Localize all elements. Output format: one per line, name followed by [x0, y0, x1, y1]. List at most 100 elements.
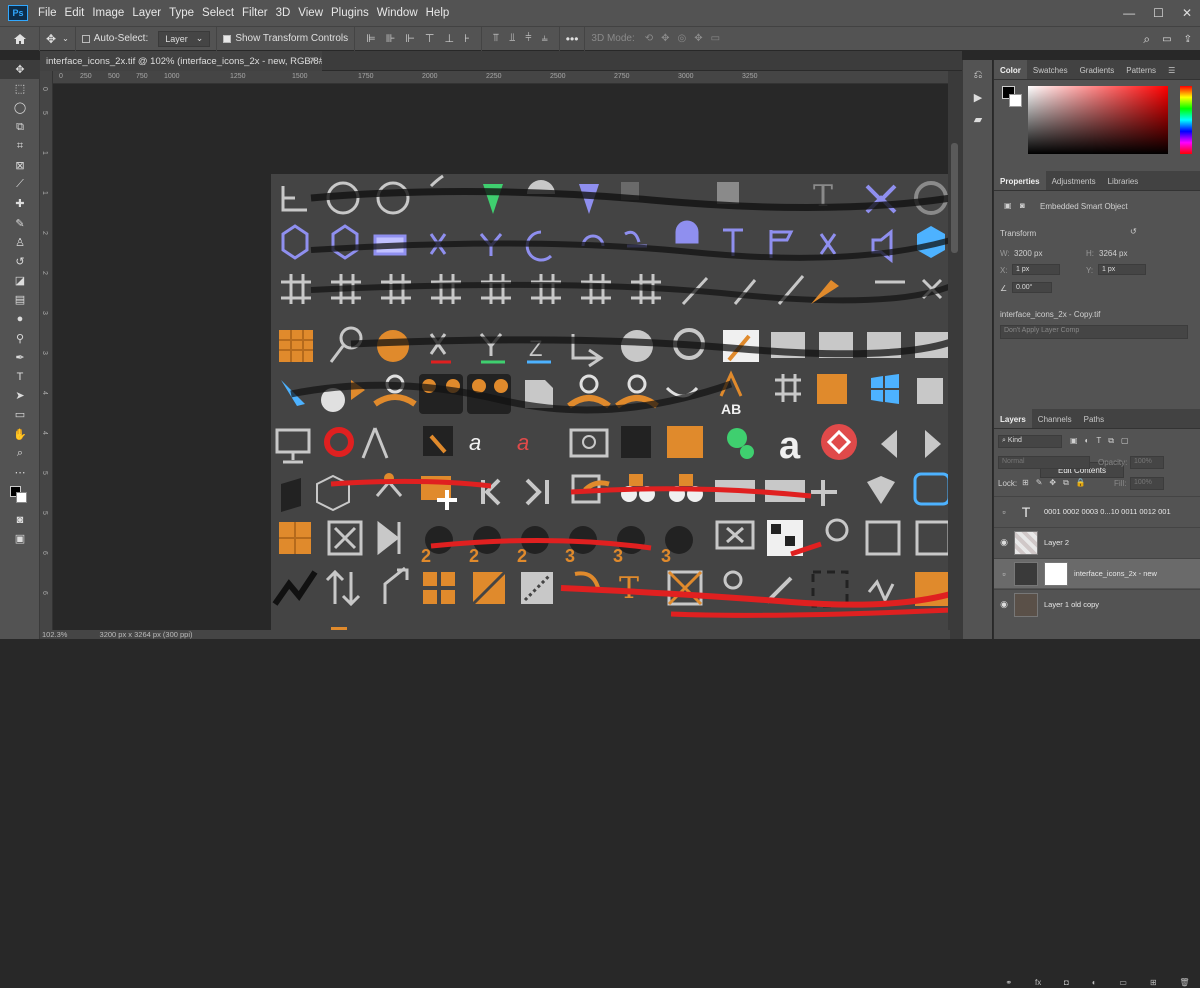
tab-paths[interactable]: Paths [1078, 409, 1110, 428]
distribute-bottom-icon[interactable]: ⫩ [525, 32, 531, 45]
opacity-field[interactable]: 100% [1130, 456, 1164, 469]
tab-gradients[interactable]: Gradients [1074, 60, 1121, 79]
panel-menu-icon[interactable]: ☰ [1162, 60, 1181, 79]
link-layers-icon[interactable]: ⚭ [1005, 978, 1012, 988]
layer-row[interactable]: ◉ Layer 1 old copy [994, 589, 1200, 619]
color-swatch-pair[interactable] [1002, 86, 1022, 108]
menu-file[interactable]: File [34, 7, 61, 19]
menu-window[interactable]: Window [373, 7, 422, 19]
menu-filter[interactable]: Filter [238, 7, 272, 19]
layer-filter-icons[interactable]: ▣◐T⧉▢ [1070, 436, 1136, 446]
x-position-field[interactable]: 1 px [1012, 264, 1060, 275]
color-field[interactable] [1028, 86, 1168, 154]
distribute-top-icon[interactable]: ⫪ [493, 32, 499, 45]
layer-row[interactable]: ◉ Layer 2 [994, 527, 1200, 557]
pen-tool[interactable]: ✒ [0, 348, 40, 367]
menu-3d[interactable]: 3D [272, 7, 295, 19]
color-swatches[interactable] [0, 482, 40, 510]
layer-comp-dropdown[interactable]: Don't Apply Layer Comp [1000, 325, 1188, 339]
tab-channels[interactable]: Channels [1032, 409, 1078, 428]
eye-icon[interactable]: ◉ [994, 599, 1014, 610]
stamp-tool[interactable]: ♙ [0, 233, 40, 252]
new-layer-icon[interactable]: ⊞ [1150, 978, 1157, 988]
height-value[interactable]: 3264 px [1099, 249, 1127, 258]
width-value[interactable]: 3200 px [1014, 249, 1042, 258]
adjustment-icon[interactable]: ◐ [1092, 978, 1097, 988]
reset-transform-icon[interactable]: ↺ [1130, 227, 1137, 236]
path-select-tool[interactable]: ➤ [0, 386, 40, 405]
menu-view[interactable]: View [294, 7, 327, 19]
gradient-tool[interactable]: ▤ [0, 290, 40, 309]
maximize-button[interactable]: ☐ [1153, 6, 1164, 20]
tab-adjustments[interactable]: Adjustments [1046, 171, 1102, 190]
document-canvas[interactable]: T Z AB a a a 2 2 2 3 3 3 T [271, 174, 948, 639]
layer-row[interactable]: ▫ T 0001 0002 0003 0...10 0011 0012 001 [994, 496, 1200, 526]
move-tool-icon[interactable]: ✥ [46, 32, 56, 46]
align-bottom-icon[interactable]: ⊦ [464, 32, 470, 45]
align-center-icon[interactable]: ⊪ [386, 32, 396, 45]
background-swatch[interactable] [1009, 94, 1022, 107]
visibility-toggle[interactable]: ▫ [994, 507, 1014, 517]
tab-properties[interactable]: Properties [994, 171, 1046, 190]
layer-row-selected[interactable]: ▫ interface_icons_2x - new [994, 558, 1200, 588]
eraser-tool[interactable]: ◪ [0, 271, 40, 290]
align-left-icon[interactable]: ⊫ [366, 32, 376, 45]
canvas-area[interactable]: T Z AB a a a 2 2 2 3 3 3 T [53, 84, 948, 639]
history-icon[interactable]: ⎌ [963, 64, 993, 86]
distribute-left-icon[interactable]: ⫨ [542, 32, 548, 45]
eye-icon[interactable]: ◉ [994, 537, 1014, 548]
comments-icon[interactable]: ▰ [963, 108, 993, 130]
crop-tool[interactable]: ⌗ [0, 137, 40, 156]
hue-slider[interactable] [1180, 86, 1192, 154]
share-icon[interactable]: ⇪ [1184, 34, 1192, 45]
lasso-tool[interactable]: ◯ [0, 98, 40, 117]
hand-tool[interactable]: ✋ [0, 425, 40, 444]
object-select-tool[interactable]: ⧉ [0, 118, 40, 137]
brush-tool[interactable]: ✎ [0, 214, 40, 233]
scrollbar-thumb[interactable] [951, 143, 958, 253]
menu-type[interactable]: Type [165, 7, 198, 19]
fx-icon[interactable]: fx [1035, 978, 1041, 988]
menu-image[interactable]: Image [88, 7, 128, 19]
align-middle-icon[interactable]: ⊥ [445, 32, 455, 45]
menu-help[interactable]: Help [422, 7, 454, 19]
healing-tool[interactable]: ✚ [0, 194, 40, 213]
group-icon[interactable]: ▭ [1119, 978, 1127, 988]
show-transform-checkbox[interactable] [223, 34, 232, 43]
align-top-icon[interactable]: ⊤ [425, 32, 435, 45]
quick-mask-icon[interactable]: ◙ [0, 510, 40, 529]
blur-tool[interactable]: ● [0, 309, 40, 328]
zoom-tool[interactable]: ⌕ [0, 444, 40, 463]
distribute-middle-icon[interactable]: ⫫ [509, 32, 515, 45]
lock-icons[interactable]: ⊞✎✥⧉🔒 [1022, 478, 1093, 488]
actions-icon[interactable]: ▶ [963, 86, 993, 108]
screen-mode-icon[interactable]: ▣ [0, 529, 40, 548]
minimize-button[interactable]: — [1123, 6, 1135, 20]
workspace-icon[interactable]: ▭ [1162, 34, 1171, 45]
dodge-tool[interactable]: ⚲ [0, 329, 40, 348]
type-tool[interactable]: T [0, 367, 40, 386]
menu-edit[interactable]: Edit [61, 7, 89, 19]
document-tab[interactable]: interface_icons_2x.tif @ 102% (interface… [40, 51, 322, 71]
align-right-icon[interactable]: ⊩ [405, 32, 415, 45]
tab-swatches[interactable]: Swatches [1027, 60, 1074, 79]
auto-select-checkbox[interactable] [81, 34, 90, 43]
menu-layer[interactable]: Layer [128, 7, 165, 19]
eyedropper-tool[interactable]: ⟋ [0, 175, 40, 194]
rectangle-tool[interactable]: ▭ [0, 405, 40, 424]
move-tool[interactable]: ✥ [0, 60, 40, 80]
frame-tool[interactable]: ⊠ [0, 156, 40, 175]
visibility-toggle[interactable]: ▫ [994, 569, 1014, 579]
blend-mode-dropdown[interactable]: Normal [998, 456, 1090, 469]
trash-icon[interactable]: 🗑 [1179, 978, 1189, 988]
fill-field[interactable]: 100% [1130, 477, 1164, 490]
angle-field[interactable]: 0.00° [1012, 282, 1052, 293]
background-color[interactable] [16, 492, 27, 504]
more-options-button[interactable]: ••• [566, 32, 579, 46]
more-tools[interactable]: ⋯ [0, 463, 40, 482]
search-icon[interactable]: ⌕ [1143, 32, 1150, 47]
layer-filter-kind[interactable]: ⌕ Kind [998, 435, 1062, 448]
chevron-down-icon[interactable]: ⌄ [62, 34, 69, 43]
tab-libraries[interactable]: Libraries [1102, 171, 1145, 190]
y-position-field[interactable]: 1 px [1098, 264, 1146, 275]
